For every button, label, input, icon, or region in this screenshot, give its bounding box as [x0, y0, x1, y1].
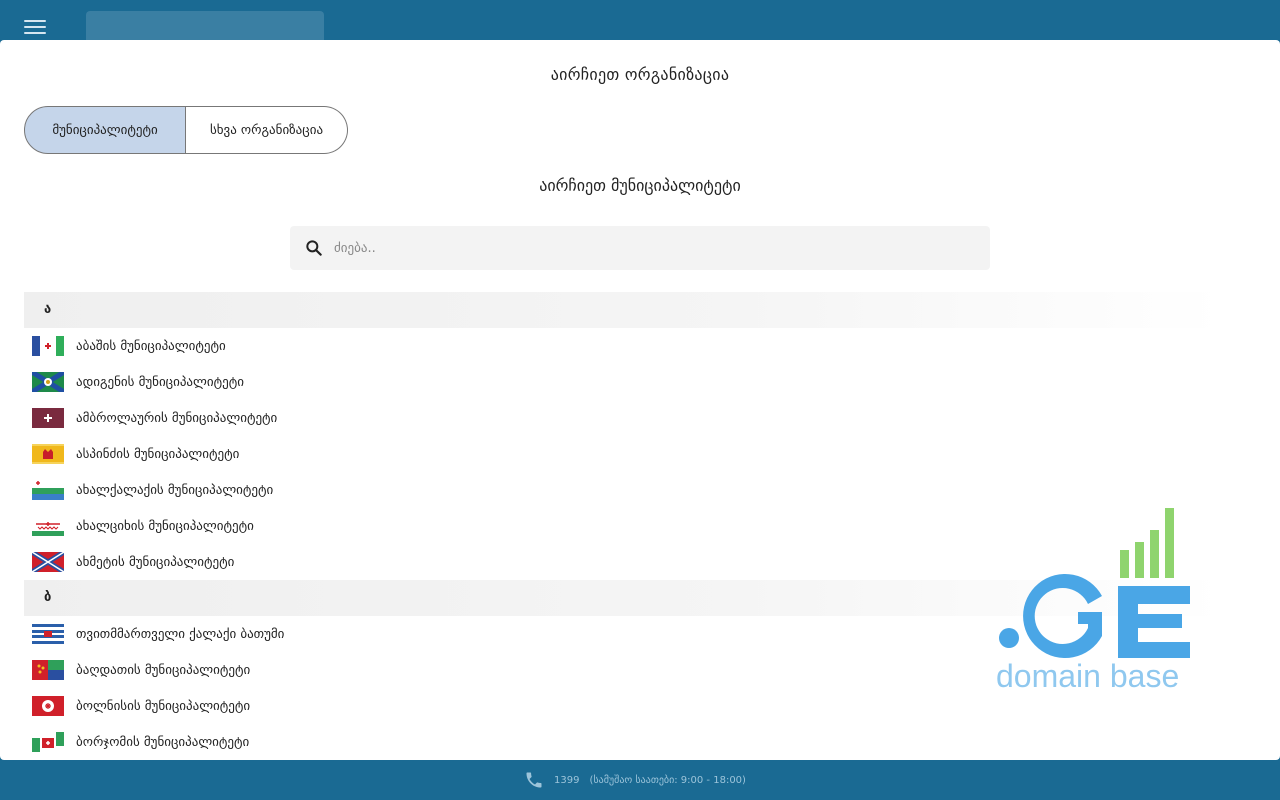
- list-item[interactable]: ბორჯომის მუნიციპალიტეტი: [24, 724, 1224, 760]
- akhalkalaki-flag-icon: [32, 480, 64, 500]
- organization-select-dialog: აირჩიეთ ორგანიზაცია მუნიციპალიტეტი სხვა …: [0, 40, 1280, 760]
- borjomi-flag-icon: [32, 732, 64, 752]
- group-header-a: ა: [24, 292, 1224, 328]
- akhmeta-flag-icon: [32, 552, 64, 572]
- list-item-label: ამბროლაურის მუნიციპალიტეტი: [76, 410, 278, 426]
- ge-logo-icon: [999, 508, 1190, 658]
- list-item-label: ადიგენის მუნიციპალიტეტი: [76, 374, 244, 390]
- list-item[interactable]: ამბროლაურის მუნიციპალიტეტი: [24, 400, 1224, 436]
- logo-text: domain base: [996, 658, 1180, 694]
- batumi-flag-icon: [32, 624, 64, 644]
- aspindza-flag-icon: [32, 444, 64, 464]
- list-item-label: ახმეტის მუნიციპალიტეტი: [76, 554, 235, 570]
- list-item-label: აბაშის მუნიციპალიტეტი: [76, 338, 226, 354]
- phone-icon: [526, 772, 542, 788]
- phone-number: 1399: [554, 774, 580, 786]
- top-bar: [0, 0, 1280, 45]
- list-item[interactable]: ადიგენის მუნიციპალიტეტი: [24, 364, 1224, 400]
- bolnisi-flag-icon: [32, 696, 64, 716]
- working-hours: (სამუშაო საათები: 9:00 - 18:00): [589, 774, 746, 786]
- ge-domain-base-logo: domain base: [990, 508, 1200, 698]
- adigeni-flag-icon: [32, 372, 64, 392]
- list-item-label: ბაღდათის მუნიციპალიტეტი: [76, 662, 251, 678]
- search-input[interactable]: [334, 226, 974, 270]
- baghdati-flag-icon: [32, 660, 64, 680]
- list-item-label: ახალქალაქის მუნიციპალიტეტი: [76, 482, 274, 498]
- list-item-label: ახალციხის მუნიციპალიტეტი: [76, 518, 254, 534]
- ambrolauri-flag-icon: [32, 408, 64, 428]
- section-subtitle: აირჩიეთ მუნიციპალიტეტი: [539, 176, 741, 195]
- list-item[interactable]: ასპინძის მუნიციპალიტეტი: [24, 436, 1224, 472]
- list-item-label: ასპინძის მუნიციპალიტეტი: [76, 446, 240, 462]
- tab-other-organization[interactable]: სხვა ორგანიზაცია: [186, 106, 348, 154]
- akhaltsikhe-flag-icon: [32, 516, 64, 536]
- list-item-label: ბორჯომის მუნიციპალიტეტი: [76, 734, 250, 750]
- organization-type-toggle: მუნიციპალიტეტი სხვა ორგანიზაცია: [24, 106, 348, 154]
- dialog-title: აირჩიეთ ორგანიზაცია: [550, 65, 730, 84]
- hamburger-menu-icon[interactable]: [24, 20, 46, 36]
- search-box: [290, 226, 990, 270]
- tab-municipality[interactable]: მუნიციპალიტეტი: [24, 106, 186, 154]
- search-icon: [306, 240, 322, 256]
- footer: 1399 (სამუშაო საათები: 9:00 - 18:00): [0, 760, 1280, 800]
- list-item-label: ბოლნისის მუნიციპალიტეტი: [76, 698, 251, 714]
- list-item[interactable]: ახალქალაქის მუნიციპალიტეტი: [24, 472, 1224, 508]
- list-item[interactable]: აბაშის მუნიციპალიტეტი: [24, 328, 1224, 364]
- list-item-label: თვითმმართველი ქალაქი ბათუმი: [76, 626, 285, 642]
- abasha-flag-icon: [32, 336, 64, 356]
